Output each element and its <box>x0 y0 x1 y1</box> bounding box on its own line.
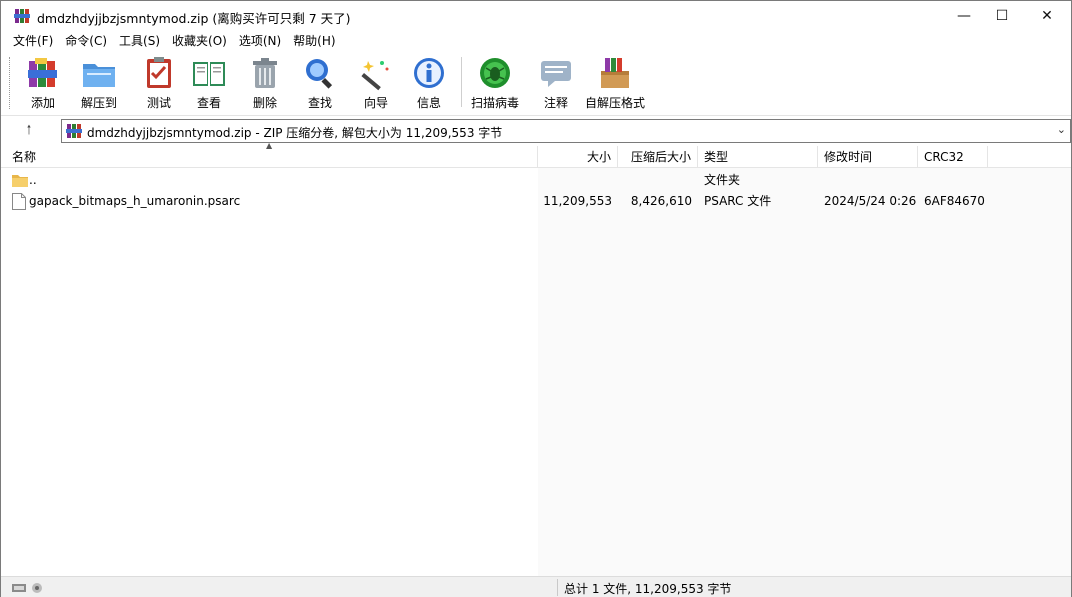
delete-label: 删除 <box>252 96 277 110</box>
status-bar: 总计 1 文件, 11,209,553 字节 <box>1 576 1071 597</box>
address-bar: 🠑 dmdzhdyjjbzjsmntymod.zip - ZIP 压缩分卷, 解… <box>1 115 1071 145</box>
column-header-type[interactable]: 类型 <box>698 146 818 168</box>
view-book-icon <box>193 62 225 86</box>
virus-scan-icon <box>480 58 510 88</box>
row-crc32: 6AF84670 <box>924 194 985 208</box>
delete-trash-icon <box>253 58 277 88</box>
title-bar: dmdzhdyjjbzjsmntymod.zip (离购买许可只剩 7 天了) … <box>1 1 1071 31</box>
archive-icon <box>66 124 82 138</box>
toolbar-grip[interactable] <box>9 57 12 109</box>
path-combobox[interactable]: dmdzhdyjjbzjsmntymod.zip - ZIP 压缩分卷, 解包大… <box>61 119 1071 143</box>
menu-tools[interactable]: 工具(S) <box>113 31 166 51</box>
sfx-button[interactable]: 自解压格式 <box>585 55 645 111</box>
test-label: 测试 <box>146 96 171 110</box>
find-button[interactable]: 查找 <box>302 55 338 111</box>
wizard-button[interactable]: 向导 <box>358 55 394 111</box>
column-header-crc32[interactable]: CRC32 <box>918 146 988 168</box>
file-icon <box>12 193 26 210</box>
drive-status-icon <box>12 583 42 593</box>
menu-options[interactable]: 选项(N) <box>233 31 287 51</box>
menu-favorites[interactable]: 收藏夹(O) <box>166 31 233 51</box>
list-header: ▲ 名称 大小 压缩后大小 类型 修改时间 CRC32 <box>1 141 1071 168</box>
menu-help[interactable]: 帮助(H) <box>287 31 341 51</box>
view-label: 查看 <box>196 96 221 110</box>
delete-button[interactable]: 删除 <box>247 55 283 111</box>
up-arrow-icon: 🠑 <box>26 123 32 138</box>
virus-scan-button[interactable]: 扫描病毒 <box>471 55 519 111</box>
row-type: 文件夹 <box>704 173 741 187</box>
column-header-size[interactable]: 大小 <box>538 146 618 168</box>
chevron-down-icon[interactable]: ⌄ <box>1057 123 1066 136</box>
minimize-icon: — <box>957 8 971 24</box>
window-title: dmdzhdyjjbzjsmntymod.zip (离购买许可只剩 7 天了) <box>37 11 351 26</box>
test-clipboard-icon <box>147 57 171 88</box>
view-button[interactable]: 查看 <box>191 55 227 111</box>
info-icon <box>414 58 444 88</box>
column-header-name[interactable]: 名称 <box>6 146 538 168</box>
toolbar-separator <box>461 57 462 107</box>
status-text: 总计 1 文件, 11,209,553 字节 <box>564 582 732 596</box>
column-header-packed[interactable]: 压缩后大小 <box>618 146 698 168</box>
menu-file[interactable]: 文件(F) <box>7 31 59 51</box>
add-button[interactable]: 添加 <box>25 55 61 111</box>
comment-button[interactable]: 注释 <box>538 55 574 111</box>
list-shade <box>538 168 1071 576</box>
add-label: 添加 <box>30 96 55 110</box>
up-button[interactable]: 🠑 <box>19 121 39 141</box>
virus-scan-label: 扫描病毒 <box>471 96 520 110</box>
row-modified: 2024/5/24 0:26 <box>824 194 917 208</box>
comment-icon <box>541 61 571 87</box>
row-name: gapack_bitmaps_h_umaronin.psarc <box>29 194 241 208</box>
table-row[interactable]: gapack_bitmaps_h_umaronin.psarc 11,209,5… <box>1 191 1071 212</box>
maximize-button[interactable]: ☐ <box>979 1 1025 31</box>
folder-icon <box>12 175 28 187</box>
test-button[interactable]: 测试 <box>141 55 177 111</box>
table-row[interactable]: .. 文件夹 <box>1 170 1071 191</box>
row-packed: 8,426,610 <box>630 194 692 208</box>
extract-to-button[interactable]: 解压到 <box>81 55 117 111</box>
menu-bar: 文件(F) 命令(C) 工具(S) 收藏夹(O) 选项(N) 帮助(H) <box>1 31 1071 51</box>
path-text: dmdzhdyjjbzjsmntymod.zip - ZIP 压缩分卷, 解包大… <box>87 126 503 140</box>
wizard-label: 向导 <box>363 96 388 110</box>
close-button[interactable]: ✕ <box>1024 1 1070 31</box>
toolbar: 添加 解压到 测试 查看 删除 查找 向导 信息 扫描病毒 注释 自解压格式 <box>1 51 1071 113</box>
find-label: 查找 <box>307 96 332 110</box>
sfx-box-icon <box>601 58 629 88</box>
row-size: 11,209,553 <box>543 194 612 208</box>
extract-folder-icon <box>83 64 115 87</box>
maximize-icon: ☐ <box>995 8 1009 24</box>
winrar-window: dmdzhdyjjbzjsmntymod.zip (离购买许可只剩 7 天了) … <box>0 0 1072 597</box>
extract-to-label: 解压到 <box>81 96 118 110</box>
close-icon: ✕ <box>1041 8 1053 24</box>
sfx-label: 自解压格式 <box>585 96 646 110</box>
menu-commands[interactable]: 命令(C) <box>59 31 113 51</box>
comment-label: 注释 <box>543 96 568 110</box>
add-archive-icon <box>28 58 57 87</box>
status-divider <box>557 579 558 596</box>
find-magnifier-icon <box>306 59 333 89</box>
file-list[interactable]: ▲ 名称 大小 压缩后大小 类型 修改时间 CRC32 .. 文件夹 gapac… <box>1 141 1071 576</box>
winrar-books-icon <box>14 9 30 23</box>
row-type: PSARC 文件 <box>704 194 772 208</box>
wizard-wand-icon <box>361 61 389 91</box>
info-button[interactable]: 信息 <box>411 55 447 111</box>
column-header-modified[interactable]: 修改时间 <box>818 146 918 168</box>
info-label: 信息 <box>416 96 441 110</box>
row-name: .. <box>29 173 37 187</box>
